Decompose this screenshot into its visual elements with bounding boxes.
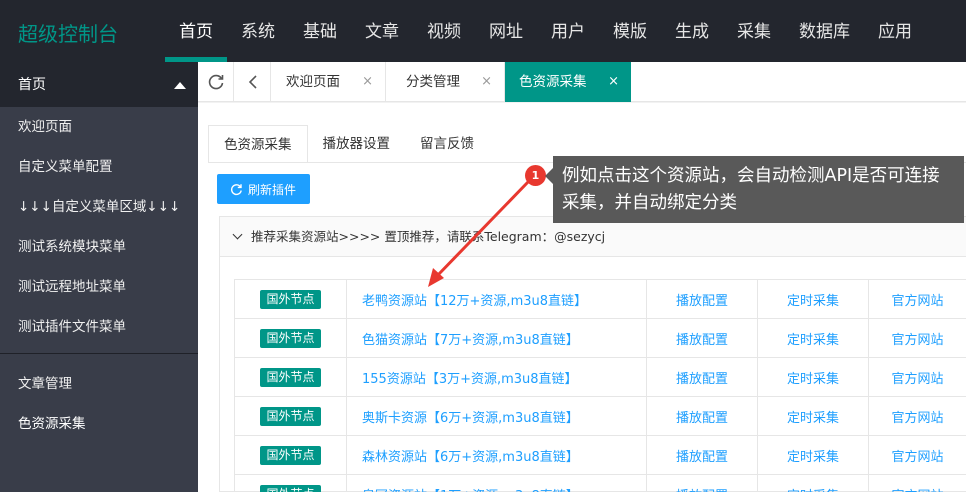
refresh-tab-button[interactable] [198, 62, 234, 102]
timed-collect-link[interactable]: 定时采集 [757, 474, 869, 492]
resource-name-link[interactable]: 老鸭资源站【12万+资源,m3u8直链】 [346, 279, 647, 319]
sidebar-group-home[interactable]: 首页 [0, 62, 198, 107]
sidebar-item-article-manage[interactable]: 文章管理 [0, 364, 198, 404]
topnav-item-generate[interactable]: 生成 [661, 0, 723, 62]
sidebar-item-test-system[interactable]: 测试系统模块菜单 [0, 227, 198, 267]
top-nav: 首页 系统 基础 文章 视频 网址 用户 模版 生成 采集 数据库 应用 [165, 0, 926, 62]
subtab-resource-collect[interactable]: 色资源采集 [208, 125, 308, 163]
resource-table-wrap: 国外节点 老鸭资源站【12万+资源,m3u8直链】 播放配置 定时采集 官方网站 国外节点… [234, 279, 966, 492]
node-badge: 国外节点 [260, 367, 321, 387]
resource-name-link[interactable]: 155资源站【3万+资源,m3u8直链】 [346, 357, 647, 397]
topnav-item-user[interactable]: 用户 [537, 0, 599, 62]
play-config-link[interactable]: 播放配置 [646, 318, 758, 358]
brand-logo[interactable]: 超级控制台 [18, 18, 118, 47]
sidebar-item-welcome[interactable]: 欢迎页面 [0, 107, 198, 147]
tab-resource-collect[interactable]: 色资源采集 × [505, 62, 631, 102]
node-cell: 国外节点 [234, 318, 347, 358]
node-cell: 国外节点 [234, 474, 347, 492]
timed-collect-link[interactable]: 定时采集 [757, 318, 869, 358]
subtab-player-settings[interactable]: 播放器设置 [308, 125, 406, 163]
official-site-link[interactable]: 官方网站 [868, 474, 966, 492]
official-site-link[interactable]: 官方网站 [868, 279, 966, 319]
tab-label: 欢迎页面 [286, 74, 340, 90]
subtab-feedback[interactable]: 留言反馈 [405, 125, 489, 163]
table-row: 国外节点 森林资源站【6万+资源,m3u8直链】 播放配置 定时采集 官方网站 [234, 435, 966, 475]
node-badge: 国外节点 [260, 445, 321, 465]
timed-collect-link[interactable]: 定时采集 [757, 279, 869, 319]
refresh-plugin-label: 刷新插件 [248, 182, 297, 197]
sidebar-item-resource-collect[interactable]: 色资源采集 [0, 404, 198, 444]
timed-collect-link[interactable]: 定时采集 [757, 357, 869, 397]
tab-label: 色资源采集 [519, 74, 587, 90]
close-icon[interactable]: × [608, 62, 619, 102]
node-cell: 国外节点 [234, 396, 347, 436]
topnav-item-database[interactable]: 数据库 [785, 0, 864, 62]
resource-name-link[interactable]: 色猫资源站【7万+资源,m3u8直链】 [346, 318, 647, 358]
topnav-item-home[interactable]: 首页 [165, 0, 227, 62]
sidebar-divider [0, 353, 198, 354]
node-badge: 国外节点 [260, 484, 321, 492]
resource-name-link[interactable]: 森林资源站【6万+资源,m3u8直链】 [346, 435, 647, 475]
timed-collect-link[interactable]: 定时采集 [757, 435, 869, 475]
tab-bar: 欢迎页面 × 分类管理 × 色资源采集 × [198, 62, 966, 102]
resource-name-link[interactable]: 奥斯卡资源【6万+资源,m3u8直链】 [346, 396, 647, 436]
topnav-item-system[interactable]: 系统 [227, 0, 289, 62]
play-config-link[interactable]: 播放配置 [646, 435, 758, 475]
topnav-item-collect[interactable]: 采集 [723, 0, 785, 62]
tab-label: 分类管理 [406, 74, 460, 90]
sidebar-item-custom-area[interactable]: ↓↓↓自定义菜单区域↓↓↓ [0, 187, 198, 227]
close-icon[interactable]: × [481, 62, 492, 102]
refresh-icon [230, 183, 242, 195]
official-site-link[interactable]: 官方网站 [868, 396, 966, 436]
topnav-item-url[interactable]: 网址 [475, 0, 537, 62]
annotation-tooltip: 例如点击这个资源站，会自动检测API是否可连接采集，并自动绑定分类 [553, 156, 964, 223]
sub-tabs: 色资源采集 播放器设置 留言反馈 [208, 125, 489, 163]
table-row: 国外节点 老鸭资源站【12万+资源,m3u8直链】 播放配置 定时采集 官方网站 [234, 279, 966, 319]
play-config-link[interactable]: 播放配置 [646, 474, 758, 492]
tab-scroll-left-button[interactable] [235, 62, 271, 102]
topnav-item-article[interactable]: 文章 [351, 0, 413, 62]
node-badge: 国外节点 [260, 289, 321, 309]
node-cell: 国外节点 [234, 279, 347, 319]
chevron-left-icon [248, 75, 257, 89]
timed-collect-link[interactable]: 定时采集 [757, 396, 869, 436]
official-site-link[interactable]: 官方网站 [868, 357, 966, 397]
play-config-link[interactable]: 播放配置 [646, 396, 758, 436]
sidebar-item-test-plugin[interactable]: 测试插件文件菜单 [0, 307, 198, 347]
table-row: 国外节点 奥斯卡资源【6万+资源,m3u8直链】 播放配置 定时采集 官方网站 [234, 396, 966, 436]
resource-table: 国外节点 老鸭资源站【12万+资源,m3u8直链】 播放配置 定时采集 官方网站 国外节点… [234, 279, 966, 492]
caret-up-icon [174, 82, 186, 89]
tooltip-pointer [545, 168, 553, 184]
table-row: 国外节点 皇冠资源站【1万+资源,m3u8直链】播放配置定时采集官方网站 [234, 474, 966, 492]
recommend-panel: 推荐采集资源站>>>> 置顶推荐，请联系Telegram：@sezycj 国外节… [219, 216, 966, 492]
chevron-down-icon [232, 229, 243, 240]
topnav-item-template[interactable]: 模版 [599, 0, 661, 62]
recommend-panel-header[interactable]: 推荐采集资源站>>>> 置顶推荐，请联系Telegram：@sezycj [220, 217, 966, 257]
topnav-item-basic[interactable]: 基础 [289, 0, 351, 62]
node-badge: 国外节点 [260, 406, 321, 426]
tab-category[interactable]: 分类管理 × [392, 62, 505, 102]
refresh-plugin-button[interactable]: 刷新插件 [217, 174, 310, 204]
close-icon[interactable]: × [362, 62, 373, 102]
sidebar: 首页 欢迎页面 自定义菜单配置 ↓↓↓自定义菜单区域↓↓↓ 测试系统模块菜单 测… [0, 62, 198, 492]
top-header: 超级控制台 首页 系统 基础 文章 视频 网址 用户 模版 生成 采集 数据库 … [0, 0, 966, 62]
node-cell: 国外节点 [234, 357, 347, 397]
topnav-item-apps[interactable]: 应用 [864, 0, 926, 62]
table-row: 国外节点 色猫资源站【7万+资源,m3u8直链】 播放配置 定时采集 官方网站 [234, 318, 966, 358]
official-site-link[interactable]: 官方网站 [868, 318, 966, 358]
official-site-link[interactable]: 官方网站 [868, 435, 966, 475]
resource-name-link[interactable]: 皇冠资源站【1万+资源,m3u8直链】 [346, 474, 647, 492]
topnav-item-video[interactable]: 视频 [413, 0, 475, 62]
node-badge: 国外节点 [260, 328, 321, 348]
tab-welcome[interactable]: 欢迎页面 × [272, 62, 386, 102]
sidebar-item-test-remote[interactable]: 测试远程地址菜单 [0, 267, 198, 307]
sidebar-item-custom-menu[interactable]: 自定义菜单配置 [0, 147, 198, 187]
play-config-link[interactable]: 播放配置 [646, 279, 758, 319]
table-row: 国外节点 155资源站【3万+资源,m3u8直链】 播放配置 定时采集 官方网站 [234, 357, 966, 397]
refresh-icon [208, 74, 223, 90]
play-config-link[interactable]: 播放配置 [646, 357, 758, 397]
sidebar-group-label: 首页 [18, 77, 46, 93]
annotation-number-badge: 1 [525, 165, 546, 186]
node-cell: 国外节点 [234, 435, 347, 475]
